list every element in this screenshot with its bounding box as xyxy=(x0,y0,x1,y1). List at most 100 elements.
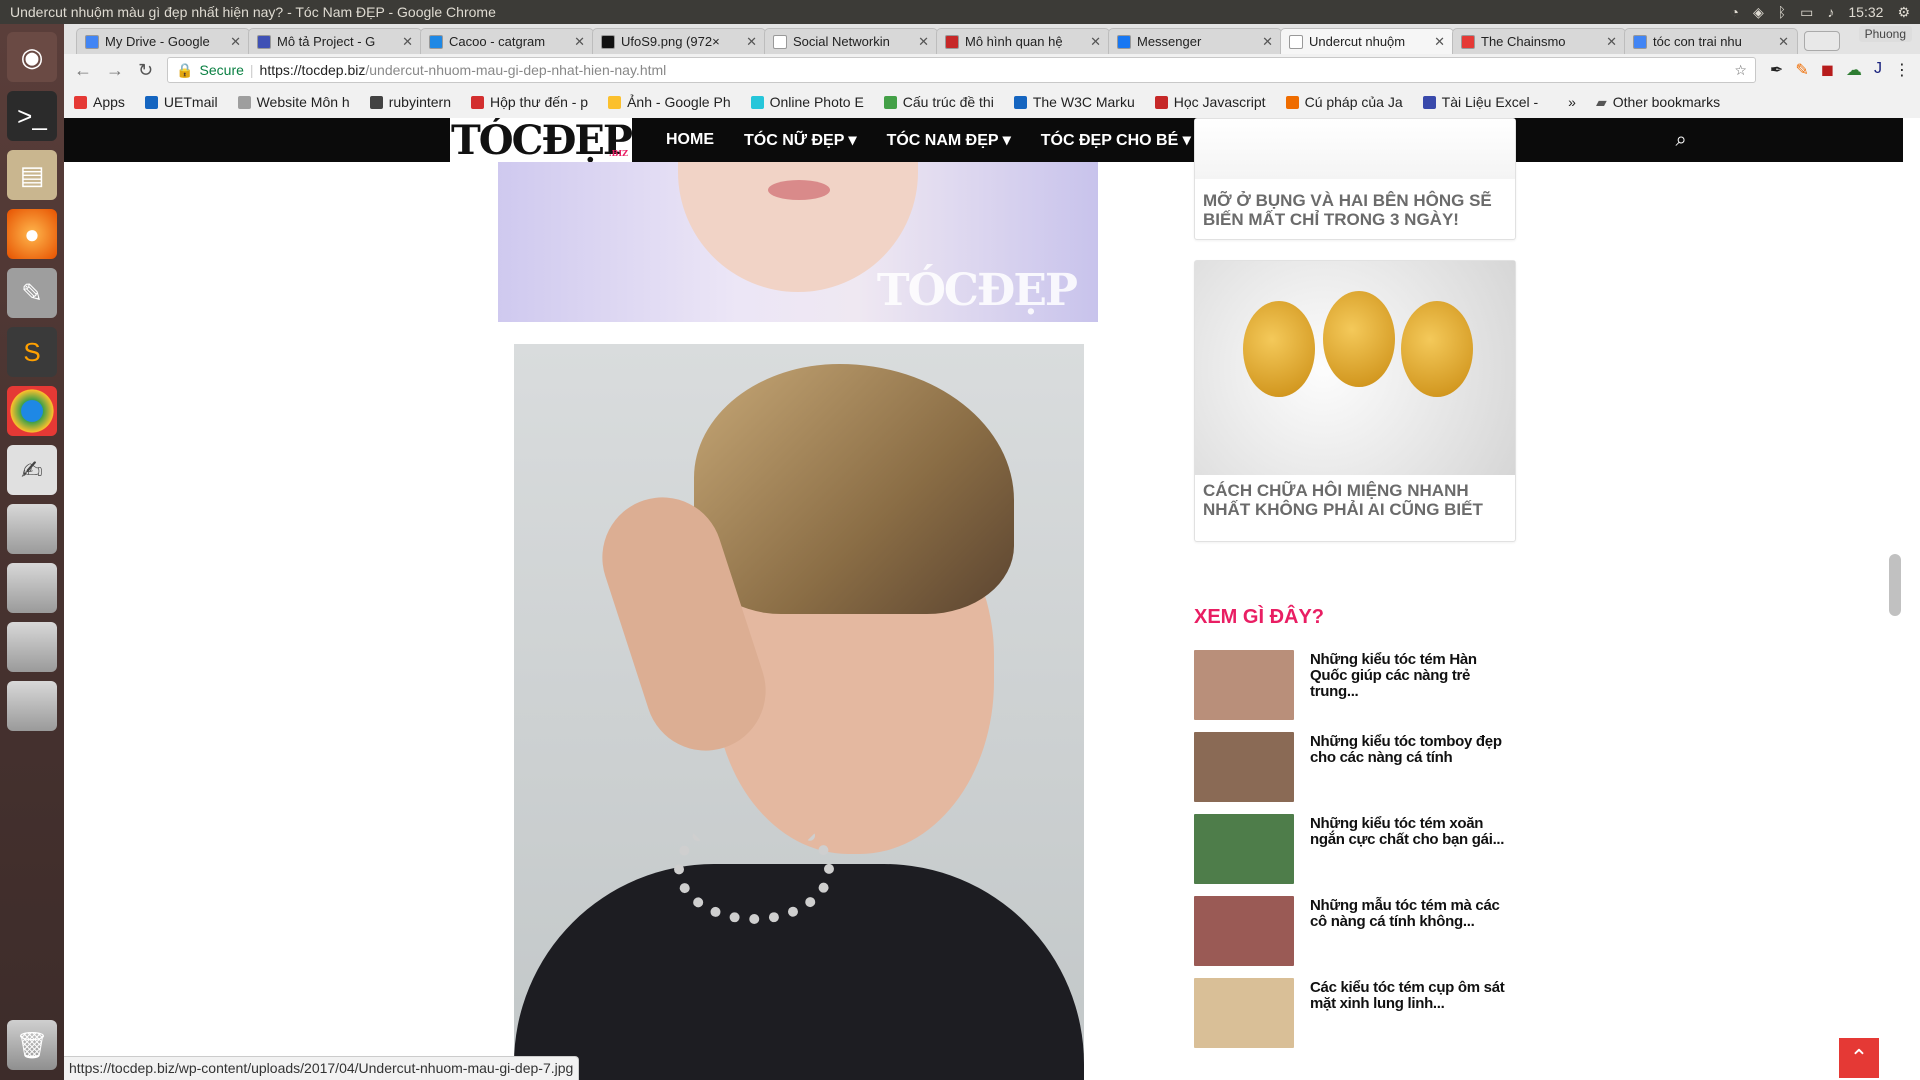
related-thumbnail[interactable] xyxy=(1194,978,1294,1048)
address-bar[interactable]: 🔒 Secure | https://tocdep.biz /undercut-… xyxy=(167,57,1756,83)
related-title[interactable]: Những mẫu tóc tém mà các cô nàng cá tính… xyxy=(1310,896,1516,968)
network-icon[interactable]: ◈ xyxy=(1753,4,1764,21)
tab-close-icon[interactable]: ✕ xyxy=(1778,34,1789,50)
browser-tab[interactable]: Undercut nhuộm ✕ xyxy=(1280,28,1454,54)
bookmark-item[interactable]: UETmail xyxy=(144,94,218,110)
other-bookmarks-folder[interactable]: ▰ Other bookmarks xyxy=(1596,94,1720,111)
clock[interactable]: 15:32 xyxy=(1848,4,1883,20)
bookmark-item[interactable]: Online Photo E xyxy=(750,94,864,110)
related-thumbnail[interactable] xyxy=(1194,896,1294,966)
bookmark-item[interactable]: Ảnh - Google Ph xyxy=(608,94,731,110)
sidebar-card[interactable]: MỠ Ở BỤNG VÀ HAI BÊN HÔNG SẼ BIẾN MẤT CH… xyxy=(1194,118,1516,240)
related-thumbnail[interactable] xyxy=(1194,814,1294,884)
drive-icon[interactable] xyxy=(7,681,57,731)
browser-tab[interactable]: Cacoo - catgram ✕ xyxy=(420,28,594,54)
bookmark-item[interactable]: The W3C Marku xyxy=(1013,94,1135,110)
related-post[interactable]: Những kiểu tóc tém Hàn Quốc giúp các nàn… xyxy=(1194,650,1516,722)
battery-icon[interactable]: ▭ xyxy=(1800,4,1813,21)
related-post[interactable]: Những kiểu tóc tém xoăn ngắn cực chất ch… xyxy=(1194,814,1516,886)
drive-icon[interactable] xyxy=(7,622,57,672)
bookmark-item[interactable]: Cấu trúc đề thi xyxy=(883,94,994,110)
bluetooth-icon[interactable]: ᛒ xyxy=(1778,4,1786,20)
files-icon[interactable]: ▤ xyxy=(7,150,57,200)
terminal-icon[interactable]: >_ xyxy=(7,91,57,141)
browser-tab[interactable]: My Drive - Google ✕ xyxy=(76,28,250,54)
forward-arrow-icon[interactable]: → xyxy=(106,60,124,81)
reload-icon[interactable]: ↻ xyxy=(138,60,153,81)
related-title[interactable]: Những kiểu tóc tém xoăn ngắn cực chất ch… xyxy=(1310,814,1516,886)
tab-close-icon[interactable]: ✕ xyxy=(574,34,585,50)
card-image[interactable] xyxy=(1195,119,1515,179)
article-image-undercut[interactable] xyxy=(514,344,1084,1080)
profile-button[interactable]: Phuong xyxy=(1858,26,1912,42)
bookmark-item[interactable]: Cú pháp của Ja xyxy=(1285,94,1403,110)
extension-icon[interactable]: ✎ xyxy=(1795,60,1808,80)
text-editor-icon[interactable]: ✍ xyxy=(7,445,57,495)
ubuntu-dash-icon[interactable]: ◉ xyxy=(7,32,57,82)
tab-close-icon[interactable]: ✕ xyxy=(1606,34,1617,50)
favicon-icon xyxy=(773,34,787,49)
bookmarks-overflow-button[interactable]: » xyxy=(1568,94,1576,110)
browser-tab[interactable]: Mô hình quan hệ ✕ xyxy=(936,28,1110,54)
article-image-top[interactable]: TÓCĐẸP xyxy=(498,162,1098,322)
system-settings-icon[interactable]: ✎ xyxy=(7,268,57,318)
bookmark-item[interactable]: Tài Liệu Excel - xyxy=(1422,94,1538,110)
search-icon[interactable]: ⌕ xyxy=(1676,129,1687,152)
browser-tab[interactable]: Messenger ✕ xyxy=(1108,28,1282,54)
card-image[interactable] xyxy=(1195,261,1515,475)
chrome-icon[interactable] xyxy=(7,386,57,436)
bookmark-item[interactable]: Website Môn h xyxy=(237,94,350,110)
related-title[interactable]: Những kiểu tóc tém Hàn Quốc giúp các nàn… xyxy=(1310,650,1516,722)
extension-icon[interactable]: J xyxy=(1874,60,1882,80)
tab-close-icon[interactable]: ✕ xyxy=(402,34,413,50)
sublime-text-icon[interactable]: S xyxy=(7,327,57,377)
scrollbar-thumb[interactable] xyxy=(1889,554,1901,616)
related-post[interactable]: Những kiểu tóc tomboy đẹp cho các nàng c… xyxy=(1194,732,1516,804)
related-title[interactable]: Những kiểu tóc tomboy đẹp cho các nàng c… xyxy=(1310,732,1516,804)
settings-gear-icon[interactable]: ⚙ xyxy=(1897,4,1910,21)
tab-close-icon[interactable]: ✕ xyxy=(1434,34,1445,50)
eyedropper-extension-icon[interactable]: ✒ xyxy=(1770,60,1783,80)
browser-tab[interactable]: The Chainsmo ✕ xyxy=(1452,28,1626,54)
nav-menu-item[interactable]: TÓC NAM ĐẸP ▾ xyxy=(887,130,1011,150)
tab-close-icon[interactable]: ✕ xyxy=(918,34,929,50)
browser-tab[interactable]: tóc con trai nhu ✕ xyxy=(1624,28,1798,54)
menu-icon[interactable]: ⋮ xyxy=(1894,60,1910,80)
nav-menu-item[interactable]: TÓC NỮ ĐẸP ▾ xyxy=(744,130,857,150)
bookmark-item[interactable]: Học Javascript xyxy=(1154,94,1266,110)
browser-tab[interactable]: Social Networkin ✕ xyxy=(764,28,938,54)
related-post[interactable]: Các kiểu tóc tém cụp ôm sát mặt xinh lun… xyxy=(1194,978,1516,1050)
nav-menu-item[interactable]: HOME xyxy=(666,131,714,149)
bookmark-item[interactable]: Apps xyxy=(74,94,125,110)
site-logo[interactable]: TÓCĐẸP .BIZ xyxy=(450,118,633,164)
tab-close-icon[interactable]: ✕ xyxy=(230,34,241,50)
nav-menu-item[interactable]: TÓC ĐẸP CHO BÉ ▾ xyxy=(1041,130,1191,150)
back-to-top-button[interactable]: ⌃ xyxy=(1839,1038,1879,1078)
drive-icon[interactable] xyxy=(7,563,57,613)
extension-icon[interactable]: ◼ xyxy=(1821,60,1834,80)
related-thumbnail[interactable] xyxy=(1194,732,1294,802)
browser-tab[interactable]: Mô tả Project - G ✕ xyxy=(248,28,422,54)
extension-icon[interactable]: ☁ xyxy=(1846,60,1862,80)
tab-close-icon[interactable]: ✕ xyxy=(1262,34,1273,50)
firefox-icon[interactable]: ● xyxy=(7,209,57,259)
wifi-icon[interactable]: ◔ xyxy=(1731,4,1739,20)
browser-tab[interactable]: UfoS9.png (972× ✕ xyxy=(592,28,766,54)
bookmark-star-icon[interactable]: ☆ xyxy=(1734,62,1747,79)
related-title[interactable]: Các kiểu tóc tém cụp ôm sát mặt xinh lun… xyxy=(1310,978,1516,1050)
new-tab-button[interactable] xyxy=(1804,31,1840,51)
volume-icon[interactable]: ♪ xyxy=(1827,4,1834,20)
back-arrow-icon[interactable]: ← xyxy=(74,60,92,81)
trash-icon[interactable]: 🗑 xyxy=(7,1020,57,1070)
card-title[interactable]: MỠ Ở BỤNG VÀ HAI BÊN HÔNG SẼ BIẾN MẤT CH… xyxy=(1195,179,1515,229)
tab-close-icon[interactable]: ✕ xyxy=(746,34,757,50)
lock-icon[interactable]: 🔒 xyxy=(176,62,193,79)
drive-icon[interactable] xyxy=(7,504,57,554)
sidebar-card[interactable]: CÁCH CHỮA HÔI MIỆNG NHANH NHẤT KHÔNG PHẢ… xyxy=(1194,260,1516,542)
related-post[interactable]: Những mẫu tóc tém mà các cô nàng cá tính… xyxy=(1194,896,1516,968)
related-thumbnail[interactable] xyxy=(1194,650,1294,720)
bookmark-item[interactable]: Hộp thư đến - p xyxy=(470,94,588,110)
card-title[interactable]: CÁCH CHỮA HÔI MIỆNG NHANH NHẤT KHÔNG PHẢ… xyxy=(1195,475,1515,519)
bookmark-item[interactable]: rubyintern xyxy=(369,94,451,110)
tab-close-icon[interactable]: ✕ xyxy=(1090,34,1101,50)
